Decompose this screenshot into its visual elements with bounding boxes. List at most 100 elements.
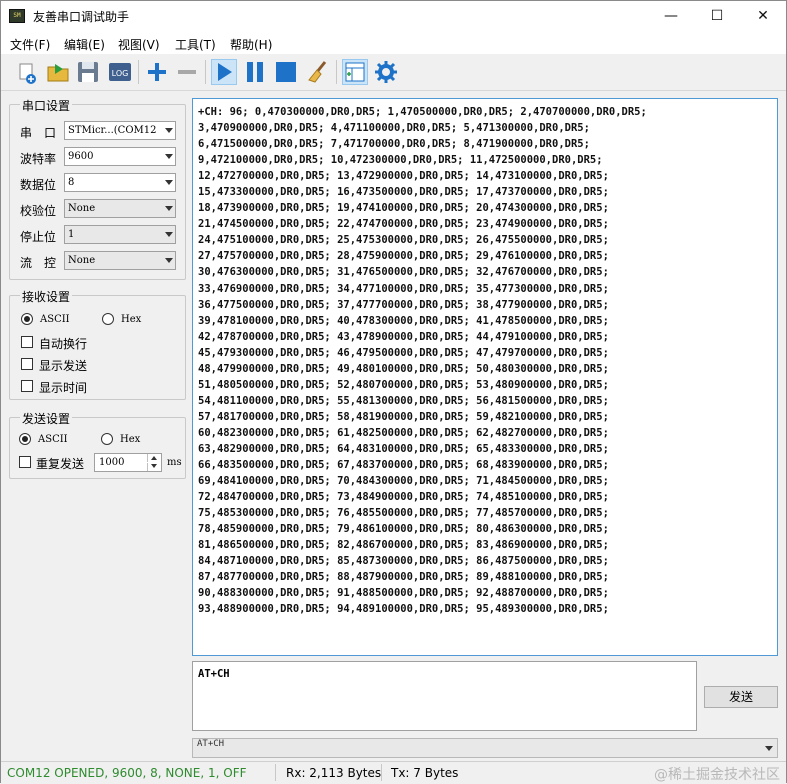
- show-time-label: 显示时间: [39, 381, 88, 395]
- receive-line: 39,478100000,DR0,DR5; 40,478300000,DR0,D…: [198, 314, 609, 327]
- stop-icon[interactable]: [273, 59, 299, 85]
- maximize-button[interactable]: ☐: [694, 1, 740, 32]
- receive-line: 72,484700000,DR0,DR5; 73,484900000,DR0,D…: [198, 491, 609, 504]
- receive-line: 9,472100000,DR0,DR5; 10,472300000,DR0,DR…: [198, 154, 603, 167]
- left-panel: 串口设置 串 口 STMicr...(COM12 波特率 9600 数据位 8: [9, 92, 186, 761]
- receive-line: 60,482300000,DR0,DR5; 61,482500000,DR0,D…: [198, 426, 609, 439]
- data-bits-label: 数据位: [20, 178, 57, 192]
- repeat-send-checkbox[interactable]: [19, 456, 31, 468]
- repeat-send-label: 重复发送: [36, 457, 85, 471]
- rx-count: Rx: 2,113 Bytes: [286, 766, 382, 780]
- serial-settings-title: 串口设置: [20, 97, 73, 114]
- chevron-down-icon: [165, 232, 173, 237]
- receive-settings-title: 接收设置: [20, 288, 73, 305]
- port-label: 串 口: [20, 126, 57, 140]
- gear-icon[interactable]: [373, 59, 399, 85]
- recv-hex-radio[interactable]: [102, 313, 114, 325]
- chevron-down-icon: [165, 180, 173, 185]
- send-text: AT+CH: [198, 668, 230, 680]
- receive-line: 6,471500000,DR0,DR5; 7,471700000,DR0,DR5…: [198, 138, 590, 151]
- parity-value: None: [68, 203, 96, 214]
- receive-line: 27,475700000,DR0,DR5; 28,475900000,DR0,D…: [198, 250, 609, 263]
- new-icon[interactable]: [16, 59, 42, 85]
- layout-icon[interactable]: [342, 59, 368, 85]
- interval-stepper[interactable]: 1000: [94, 453, 162, 472]
- auto-wrap-label: 自动换行: [39, 337, 88, 351]
- toolbar: LOG: [1, 54, 786, 91]
- receive-line: 90,488300000,DR0,DR5; 91,488500000,DR0,D…: [198, 587, 609, 600]
- connection-status: COM12 OPENED, 9600, 8, NONE, 1, OFF: [7, 766, 247, 780]
- receive-line: 93,488900000,DR0,DR5; 94,489100000,DR0,D…: [198, 603, 609, 616]
- chevron-down-icon: [165, 128, 173, 133]
- receive-line: 3,470900000,DR0,DR5; 4,471100000,DR0,DR5…: [198, 122, 590, 135]
- receive-line: 75,485300000,DR0,DR5; 76,485500000,DR0,D…: [198, 507, 609, 520]
- send-settings-group: 发送设置 ASCII Hex 重复发送 1000 ms: [9, 410, 186, 479]
- close-button[interactable]: ✕: [740, 1, 786, 32]
- open-icon[interactable]: [45, 59, 71, 85]
- chevron-down-icon: [165, 154, 173, 159]
- receive-line: 87,487700000,DR0,DR5; 88,487900000,DR0,D…: [198, 571, 609, 584]
- menu-edit[interactable]: 编辑(E): [64, 36, 105, 53]
- add-icon[interactable]: [144, 59, 170, 85]
- broom-icon[interactable]: [305, 59, 331, 85]
- menu-help[interactable]: 帮助(H): [230, 36, 272, 53]
- send-button[interactable]: 发送: [704, 686, 778, 708]
- send-settings-title: 发送设置: [20, 410, 73, 427]
- receive-line: 51,480500000,DR0,DR5; 52,480700000,DR0,D…: [198, 378, 609, 391]
- play-icon[interactable]: [211, 59, 237, 85]
- stepper-down-icon[interactable]: [147, 463, 161, 471]
- send-ascii-radio[interactable]: [19, 433, 31, 445]
- log-icon[interactable]: LOG: [107, 59, 133, 85]
- toolbar-separator: [138, 60, 139, 84]
- show-send-label: 显示发送: [39, 359, 88, 373]
- port-value: STMicr...(COM12: [68, 125, 157, 136]
- minimize-button[interactable]: —: [648, 1, 694, 32]
- receive-line: 30,476300000,DR0,DR5; 31,476500000,DR0,D…: [198, 266, 609, 279]
- pause-icon[interactable]: [242, 59, 268, 85]
- menu-view[interactable]: 视图(V): [118, 36, 160, 53]
- stop-bits-label: 停止位: [20, 230, 57, 244]
- stop-bits-select[interactable]: 1: [64, 225, 176, 244]
- watermark: @稀土掘金技术社区: [654, 767, 780, 783]
- toolbar-separator: [336, 60, 337, 84]
- receive-line: 33,476900000,DR0,DR5; 34,477100000,DR0,D…: [198, 282, 609, 295]
- log-label: LOG: [112, 69, 129, 78]
- baud-select[interactable]: 9600: [64, 147, 176, 166]
- port-select[interactable]: STMicr...(COM12: [64, 121, 176, 140]
- menu-tools[interactable]: 工具(T): [175, 36, 216, 53]
- receive-line: 54,481100000,DR0,DR5; 55,481300000,DR0,D…: [198, 394, 609, 407]
- send-hex-radio[interactable]: [101, 433, 113, 445]
- data-bits-value: 8: [68, 177, 75, 188]
- auto-wrap-checkbox[interactable]: [21, 336, 33, 348]
- receive-line: 15,473300000,DR0,DR5; 16,473500000,DR0,D…: [198, 186, 609, 199]
- receive-line: +CH: 96; 0,470300000,DR0,DR5; 1,47050000…: [198, 106, 647, 118]
- toolbar-separator: [205, 60, 206, 84]
- stop-bits-value: 1: [68, 229, 75, 240]
- chevron-down-icon: [165, 258, 173, 263]
- recv-ascii-radio[interactable]: [21, 313, 33, 325]
- remove-icon[interactable]: [174, 59, 200, 85]
- send-input[interactable]: AT+CH: [192, 661, 697, 731]
- app-icon: SM: [9, 9, 25, 23]
- stepper-up-icon[interactable]: [147, 454, 161, 462]
- receive-line: 84,487100000,DR0,DR5; 85,487300000,DR0,D…: [198, 555, 609, 568]
- baud-value: 9600: [68, 151, 94, 162]
- receive-line: 69,484100000,DR0,DR5; 70,484300000,DR0,D…: [198, 475, 609, 488]
- receive-line: 24,475100000,DR0,DR5; 25,475300000,DR0,D…: [198, 234, 609, 247]
- flow-select[interactable]: None: [64, 251, 176, 270]
- show-time-checkbox[interactable]: [21, 380, 33, 392]
- receive-text: +CH: 96; 0,470300000,DR0,DR5; 1,47050000…: [198, 104, 647, 618]
- show-send-checkbox[interactable]: [21, 358, 33, 370]
- receive-area[interactable]: +CH: 96; 0,470300000,DR0,DR5; 1,47050000…: [192, 98, 778, 656]
- baud-label: 波特率: [20, 152, 57, 166]
- parity-select[interactable]: None: [64, 199, 176, 218]
- menu-file[interactable]: 文件(F): [10, 36, 50, 53]
- send-history-select[interactable]: AT+CH: [192, 738, 778, 758]
- save-icon[interactable]: [75, 59, 101, 85]
- receive-line: 57,481700000,DR0,DR5; 58,481900000,DR0,D…: [198, 410, 609, 423]
- receive-settings-group: 接收设置 ASCII Hex 自动换行 显示发送 显示时间: [9, 288, 186, 400]
- send-ascii-label: ASCII: [38, 434, 68, 445]
- receive-line: 18,473900000,DR0,DR5; 19,474100000,DR0,D…: [198, 202, 609, 215]
- receive-line: 81,486500000,DR0,DR5; 82,486700000,DR0,D…: [198, 539, 609, 552]
- data-bits-select[interactable]: 8: [64, 173, 176, 192]
